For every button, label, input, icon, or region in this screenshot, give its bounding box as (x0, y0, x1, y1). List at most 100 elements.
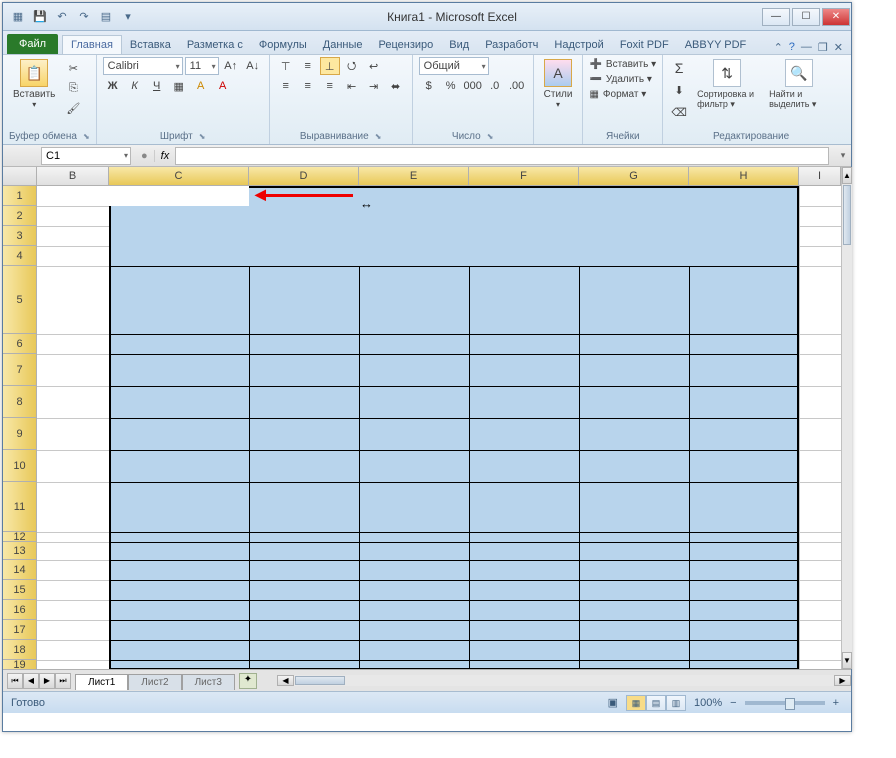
font-color-icon[interactable]: A (213, 77, 233, 95)
cells-area[interactable]: ↔◀ (37, 186, 841, 669)
fill-icon[interactable]: ⬇ (669, 81, 689, 99)
tab-Рецензиро[interactable]: Рецензиро (371, 36, 442, 54)
cut-icon[interactable]: ✂ (63, 59, 83, 77)
font-size-dropdown[interactable]: 11 (185, 57, 219, 75)
fill-color-icon[interactable]: A (191, 77, 211, 95)
qat-icon[interactable]: ▤ (97, 8, 115, 26)
number-format-dropdown[interactable]: Общий (419, 57, 489, 75)
column-header-B[interactable]: B (37, 167, 109, 186)
doc-close-icon[interactable]: ✕ (834, 41, 843, 54)
formula-input[interactable] (175, 147, 829, 165)
save-icon[interactable]: 💾 (31, 8, 49, 26)
align-right-icon[interactable]: ≡ (320, 77, 340, 95)
tab-Формулы[interactable]: Формулы (251, 36, 315, 54)
align-center-icon[interactable]: ≡ (298, 77, 318, 95)
increase-indent-icon[interactable]: ⇥ (364, 77, 384, 95)
column-header-H[interactable]: H (689, 167, 799, 186)
row-header-14[interactable]: 14 (3, 560, 37, 580)
find-select-button[interactable]: 🔍Найти и выделить ▾ (765, 57, 833, 112)
autosum-icon[interactable]: Σ (669, 59, 689, 77)
row-header-4[interactable]: 4 (3, 246, 37, 266)
column-header-C[interactable]: C (109, 167, 249, 186)
next-sheet-icon[interactable]: ▶ (39, 673, 55, 689)
undo-icon[interactable]: ↶ (53, 8, 71, 26)
column-header-G[interactable]: G (579, 167, 689, 186)
fx-cancel-icon[interactable]: ● (141, 150, 148, 162)
column-header-I[interactable]: I (799, 167, 841, 186)
styles-button[interactable]: AСтили▾ (540, 57, 577, 111)
scroll-left-icon[interactable]: ◀ (277, 675, 294, 686)
row-header-9[interactable]: 9 (3, 418, 37, 450)
zoom-slider[interactable] (745, 701, 825, 705)
font-name-dropdown[interactable]: Calibri (103, 57, 183, 75)
select-all-corner[interactable] (3, 167, 37, 186)
row-header-13[interactable]: 13 (3, 542, 37, 560)
prev-sheet-icon[interactable]: ◀ (23, 673, 39, 689)
increase-decimal-icon[interactable]: .0 (485, 77, 505, 95)
expand-icon[interactable]: ⬊ (83, 132, 90, 141)
decrease-decimal-icon[interactable]: .00 (507, 77, 527, 95)
horizontal-scrollbar[interactable]: ◀ ▶ (277, 675, 851, 686)
tab-Главная[interactable]: Главная (62, 35, 122, 54)
column-header-E[interactable]: E (359, 167, 469, 186)
doc-minimize-icon[interactable]: — (801, 41, 812, 54)
align-left-icon[interactable]: ≡ (276, 77, 296, 95)
align-middle-icon[interactable]: ≡ (298, 57, 318, 75)
scroll-up-icon[interactable]: ▲ (842, 167, 852, 184)
column-header-F[interactable]: F (469, 167, 579, 186)
tab-Надстрой[interactable]: Надстрой (546, 36, 611, 54)
name-box[interactable]: C1 (41, 147, 131, 165)
row-header-11[interactable]: 11 (3, 482, 37, 532)
row-header-7[interactable]: 7 (3, 354, 37, 386)
bold-button[interactable]: Ж (103, 77, 123, 95)
row-header-17[interactable]: 17 (3, 620, 37, 640)
delete-button[interactable]: ➖Удалить ▾ (589, 74, 656, 85)
scroll-right-icon[interactable]: ▶ (834, 675, 851, 686)
expand-icon[interactable]: ⬊ (199, 132, 206, 141)
row-header-16[interactable]: 16 (3, 600, 37, 620)
row-header-1[interactable]: 1 (3, 186, 37, 206)
scroll-down-icon[interactable]: ▼ (842, 652, 852, 669)
expand-icon[interactable]: ⬊ (375, 132, 382, 141)
scroll-thumb[interactable] (843, 185, 851, 245)
merge-icon[interactable]: ⬌ (386, 77, 406, 95)
expand-formula-icon[interactable]: ▾ (835, 150, 851, 161)
doc-restore-icon[interactable]: ❐ (818, 41, 828, 54)
expand-icon[interactable]: ⬊ (487, 132, 494, 141)
close-button[interactable]: ✕ (822, 8, 850, 26)
maximize-button[interactable]: ☐ (792, 8, 820, 26)
tab-Вид[interactable]: Вид (441, 36, 477, 54)
comma-icon[interactable]: 000 (463, 77, 483, 95)
first-sheet-icon[interactable]: ⏮ (7, 673, 23, 689)
row-header-19[interactable]: 19 (3, 660, 37, 669)
excel-icon[interactable]: ▦ (9, 8, 27, 26)
row-header-2[interactable]: 2 (3, 206, 37, 226)
underline-button[interactable]: Ч (147, 77, 167, 95)
page-break-view-icon[interactable]: ▥ (666, 695, 686, 711)
tab-ABBYY PDF[interactable]: ABBYY PDF (677, 36, 755, 54)
minimize-button[interactable]: — (762, 8, 790, 26)
redo-icon[interactable]: ↷ (75, 8, 93, 26)
row-header-10[interactable]: 10 (3, 450, 37, 482)
sheet-tab-Лист3[interactable]: Лист3 (182, 674, 235, 690)
align-bottom-icon[interactable]: ⊥ (320, 57, 340, 75)
sheet-tab-Лист2[interactable]: Лист2 (128, 674, 181, 690)
zoom-level[interactable]: 100% (694, 697, 722, 709)
increase-font-icon[interactable]: A↑ (221, 57, 241, 75)
decrease-indent-icon[interactable]: ⇤ (342, 77, 362, 95)
normal-view-icon[interactable]: ▦ (626, 695, 646, 711)
zoom-in-icon[interactable]: + (829, 697, 843, 709)
hscroll-thumb[interactable] (295, 676, 345, 685)
format-button[interactable]: ▦Формат ▾ (589, 89, 656, 100)
macro-icon[interactable]: ▣ (608, 696, 618, 709)
tab-Разметка с[interactable]: Разметка с (179, 36, 251, 54)
fx-label[interactable]: fx (154, 150, 176, 162)
format-painter-icon[interactable]: 🖌 (63, 99, 83, 117)
new-sheet-button[interactable]: ✦ (239, 673, 257, 689)
row-header-12[interactable]: 12 (3, 532, 37, 542)
clear-icon[interactable]: ⌫ (669, 103, 689, 121)
row-header-5[interactable]: 5 (3, 266, 37, 334)
qat-dropdown-icon[interactable]: ▾ (119, 8, 137, 26)
minimize-ribbon-icon[interactable]: ⌃ (774, 41, 783, 54)
row-header-15[interactable]: 15 (3, 580, 37, 600)
